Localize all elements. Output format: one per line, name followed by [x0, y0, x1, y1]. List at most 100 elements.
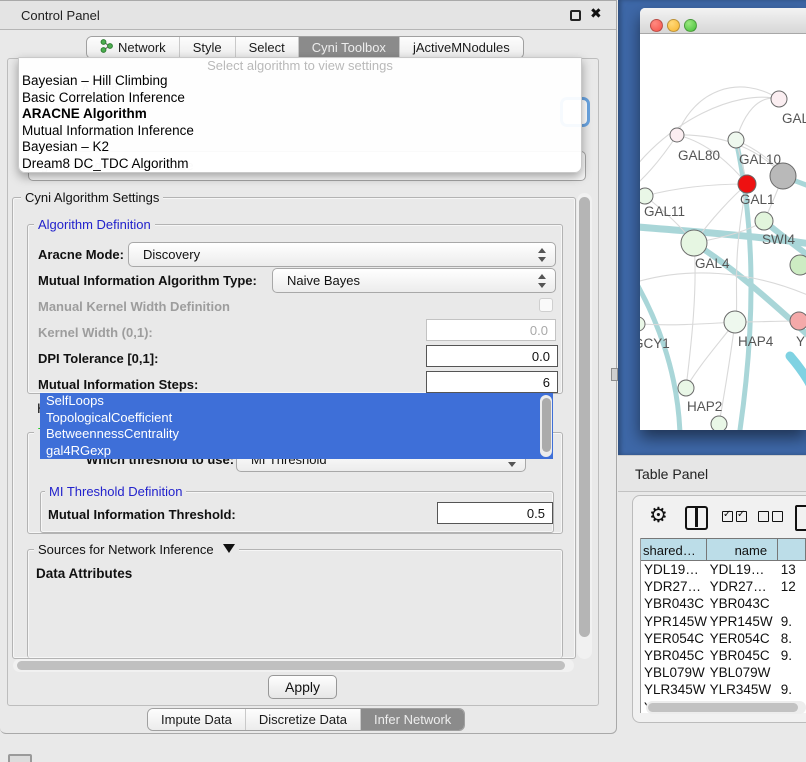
- scrollbar-thumb[interactable]: [17, 661, 565, 670]
- dpi-tolerance-field[interactable]: 0.0: [426, 345, 558, 367]
- node[interactable]: [711, 416, 727, 430]
- data-attributes-label: Data Attributes: [36, 566, 132, 581]
- algorithm-option[interactable]: Dream8 DC_TDC Algorithm: [19, 156, 581, 173]
- algorithm-option[interactable]: Bayesian – K2: [19, 139, 581, 156]
- group-title: Cyni Algorithm Settings: [21, 190, 163, 205]
- mi-threshold-definition-group: MI Threshold Definition Mutual Informati…: [40, 491, 554, 533]
- algorithm-option[interactable]: Bayesian – Hill Climbing: [19, 73, 581, 90]
- sources-group: Sources for Network Inference Data Attri…: [27, 549, 563, 658]
- tab-infer-network[interactable]: Infer Network: [361, 709, 464, 730]
- tab-cyni-toolbox[interactable]: Cyni Toolbox: [299, 37, 400, 58]
- node[interactable]: [790, 255, 806, 275]
- algorithm-dropdown-popup: Select algorithm to view settings Bayesi…: [18, 57, 582, 173]
- control-panel-title: Control Panel: [21, 8, 100, 23]
- control-panel-tabs: Network Style Select Cyni Toolbox jActiv…: [86, 36, 524, 59]
- aracne-mode-combo[interactable]: Discovery: [128, 242, 556, 267]
- table-row[interactable]: YER054CYER054C8.: [641, 630, 806, 647]
- tab-jactivemnodules[interactable]: jActiveMNodules: [400, 37, 523, 58]
- unselect-all-columns-icon[interactable]: [758, 511, 783, 522]
- float-window-icon[interactable]: [570, 10, 581, 21]
- tab-label: Discretize Data: [259, 712, 347, 727]
- mi-threshold-field[interactable]: 0.5: [437, 502, 553, 524]
- table-row[interactable]: YBR043CYBR043C: [641, 595, 806, 612]
- table-row[interactable]: YDL19…YDL19…13: [641, 561, 806, 578]
- mi-steps-field[interactable]: 6: [426, 371, 558, 393]
- function-builder-icon[interactable]: [795, 505, 806, 531]
- close-icon[interactable]: ✖: [590, 5, 602, 22]
- list-vertical-scrollbar[interactable]: [540, 395, 552, 457]
- settings-gear-icon[interactable]: ⚙: [649, 503, 668, 528]
- node-label: GCY1: [640, 336, 670, 351]
- network-icon: [100, 39, 113, 56]
- cyni-mode-tabs: Impute Data Discretize Data Infer Networ…: [147, 708, 465, 731]
- network-window-titlebar[interactable]: [640, 8, 806, 34]
- control-panel-titlebar: Control Panel ✖: [0, 1, 616, 30]
- node-selected[interactable]: [738, 175, 756, 193]
- table-panel-title: Table Panel: [635, 466, 708, 482]
- algorithm-option[interactable]: Basic Correlation Inference: [19, 90, 581, 107]
- table-row[interactable]: YLR345WYLR345W9.: [641, 681, 806, 698]
- node[interactable]: [640, 188, 653, 204]
- settings-vertical-scrollbar[interactable]: [577, 193, 592, 659]
- tab-style[interactable]: Style: [180, 37, 236, 58]
- mi-steps-label: Mutual Information Steps:: [38, 377, 198, 392]
- show-columns-icon[interactable]: [685, 506, 708, 530]
- tab-label: Infer Network: [374, 712, 451, 727]
- table-row[interactable]: YBL079WYBL079W: [641, 664, 806, 681]
- kernel-width-field[interactable]: 0.0: [426, 319, 556, 341]
- minimized-panel-button[interactable]: [8, 754, 32, 762]
- mi-threshold-label: Mutual Information Threshold:: [48, 507, 236, 522]
- network-canvas[interactable]: GAL GAL80 GAL10 GAL1 GAL11 SWI4 GAL4 GCY…: [640, 34, 806, 430]
- table-row[interactable]: YBR045CYBR045C9.: [641, 647, 806, 664]
- algorithm-option-selected[interactable]: ARACNE Algorithm: [19, 106, 581, 123]
- sources-toggle[interactable]: Sources for Network Inference: [34, 542, 239, 557]
- network-view-window[interactable]: GAL GAL80 GAL10 GAL1 GAL11 SWI4 GAL4 GCY…: [640, 8, 806, 430]
- select-all-columns-icon[interactable]: [722, 511, 747, 522]
- list-item[interactable]: TopologicalCoefficient: [40, 410, 553, 427]
- list-item[interactable]: BetweennessCentrality: [40, 426, 553, 443]
- tab-discretize-data[interactable]: Discretize Data: [246, 709, 361, 730]
- node[interactable]: [678, 380, 694, 396]
- list-item[interactable]: SelfLoops: [40, 393, 553, 410]
- tab-label: Impute Data: [161, 712, 232, 727]
- kernel-width-label: Kernel Width (0,1):: [38, 325, 153, 340]
- column-header-shared-name[interactable]: shared…: [641, 539, 707, 560]
- node[interactable]: [724, 311, 746, 333]
- tab-select[interactable]: Select: [236, 37, 299, 58]
- node[interactable]: [681, 230, 707, 256]
- node[interactable]: [670, 128, 684, 142]
- tab-impute-data[interactable]: Impute Data: [148, 709, 246, 730]
- network-graph: GAL GAL80 GAL10 GAL1 GAL11 SWI4 GAL4 GCY…: [640, 34, 806, 430]
- column-header-partial[interactable]: [778, 539, 806, 560]
- node[interactable]: [640, 317, 645, 331]
- list-item[interactable]: gal4RGexp: [40, 443, 553, 460]
- algorithm-option[interactable]: Mutual Information Inference: [19, 123, 581, 140]
- node[interactable]: [771, 91, 787, 107]
- node[interactable]: [755, 212, 773, 230]
- group-title: MI Threshold Definition: [45, 484, 186, 499]
- apply-button[interactable]: Apply: [268, 675, 337, 699]
- tab-network[interactable]: Network: [87, 37, 180, 58]
- scrollbar-thumb[interactable]: [579, 197, 590, 637]
- control-panel-window: Control Panel ✖ Network Style Select Cyn…: [0, 0, 617, 734]
- node[interactable]: [790, 312, 806, 330]
- table-horizontal-scrollbar[interactable]: [646, 701, 806, 714]
- mac-close-button[interactable]: [650, 19, 663, 32]
- scrollbar-thumb[interactable]: [648, 703, 798, 712]
- settings-horizontal-scrollbar[interactable]: [13, 659, 574, 672]
- tab-label: Style: [193, 40, 222, 55]
- panel-divider-grip[interactable]: [611, 368, 618, 381]
- manual-kernel-width-checkbox[interactable]: [539, 298, 553, 312]
- sources-title: Sources for Network Inference: [38, 542, 214, 557]
- table-header-row: shared… name: [641, 538, 806, 561]
- node[interactable]: [728, 132, 744, 148]
- mi-algorithm-type-combo[interactable]: Naive Bayes: [272, 268, 556, 293]
- table-row[interactable]: YDR27…YDR27…12: [641, 578, 806, 595]
- node-label: GAL: [782, 111, 806, 126]
- column-header-name[interactable]: name: [707, 539, 778, 560]
- data-attributes-list[interactable]: SelfLoops TopologicalCoefficient Between…: [40, 393, 553, 459]
- table-row[interactable]: YPR145WYPR145W9.: [641, 613, 806, 630]
- mac-zoom-button[interactable]: [684, 19, 697, 32]
- mac-minimize-button[interactable]: [667, 19, 680, 32]
- scrollbar-thumb[interactable]: [542, 398, 551, 452]
